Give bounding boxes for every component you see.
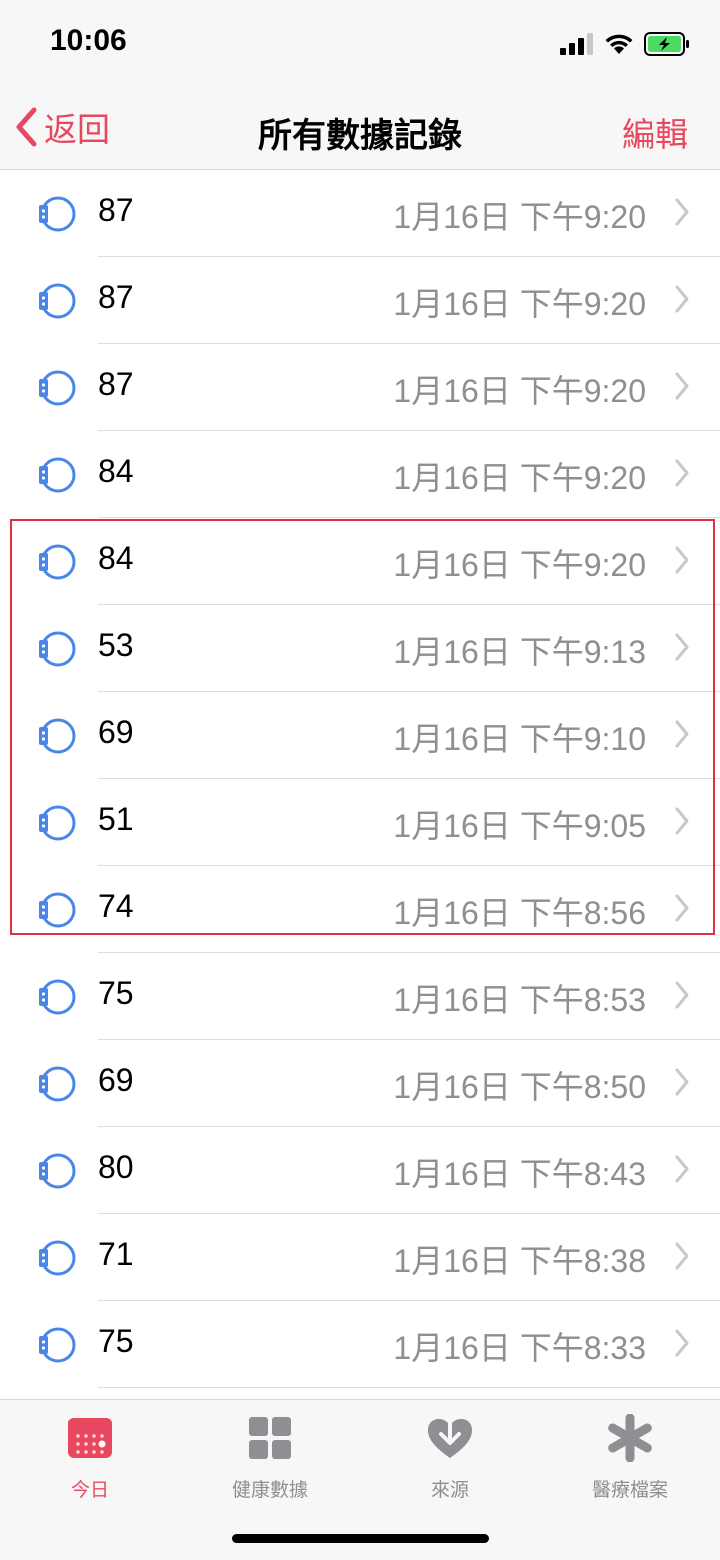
home-indicator xyxy=(232,1534,489,1543)
back-label: 返回 xyxy=(44,111,110,148)
record-row[interactable]: 69 1月16日 下午9:10 xyxy=(39,692,720,779)
record-value: 80 xyxy=(98,1149,134,1185)
status-icons xyxy=(560,30,690,58)
record-timestamp: 1月16日 下午8:53 xyxy=(393,982,646,1018)
apple-watch-icon xyxy=(39,283,76,319)
record-row[interactable]: 69 1月16日 下午8:50 xyxy=(39,1040,720,1127)
chevron-right-icon xyxy=(675,633,689,661)
chevron-right-icon xyxy=(675,807,689,835)
asterisk-icon xyxy=(608,1413,652,1463)
tab-label: 來源 xyxy=(430,1480,469,1501)
apple-watch-icon xyxy=(39,457,76,493)
records-list: 87 1月16日 下午9:20 87 1月16日 下午9:20 87 1月16日 下午9:… xyxy=(0,170,720,1398)
record-row[interactable]: 87 1月16日 下午9:20 xyxy=(39,170,720,257)
tab-medical-id[interactable]: 醫療檔案 xyxy=(540,1413,720,1502)
record-value: 75 xyxy=(98,1323,134,1359)
chevron-right-icon xyxy=(675,372,689,400)
apple-watch-icon xyxy=(39,631,76,667)
chevron-right-icon xyxy=(675,1329,689,1357)
chevron-right-icon xyxy=(675,546,689,574)
apple-watch-icon xyxy=(39,544,76,580)
chevron-right-icon xyxy=(675,1068,689,1096)
record-value: 74 xyxy=(98,888,134,924)
chevron-right-icon xyxy=(675,981,689,1009)
record-value: 53 xyxy=(98,627,134,663)
record-timestamp: 1月16日 下午8:38 xyxy=(393,1243,646,1279)
record-row[interactable]: 74 1月16日 下午8:56 xyxy=(39,866,720,953)
back-button[interactable]: 返回 xyxy=(14,104,110,150)
record-row[interactable]: 84 1月16日 下午9:20 xyxy=(39,518,720,605)
record-value: 75 xyxy=(98,975,134,1011)
apple-watch-icon xyxy=(39,1240,76,1276)
record-timestamp: 1月16日 下午8:56 xyxy=(393,895,646,931)
tab-label: 醫療檔案 xyxy=(591,1480,668,1501)
battery-charging-icon xyxy=(644,32,689,56)
record-timestamp: 1月16日 下午8:43 xyxy=(393,1156,646,1192)
record-timestamp: 1月16日 下午9:20 xyxy=(393,547,646,583)
record-timestamp: 1月16日 下午8:50 xyxy=(393,1069,646,1105)
record-row[interactable]: 51 1月16日 下午9:05 xyxy=(39,779,720,866)
navigation-bar: 返回 所有數據記錄 編輯 xyxy=(0,88,720,170)
tab-sources[interactable]: 來源 xyxy=(360,1412,540,1502)
status-bar: 10:06 xyxy=(0,0,720,88)
apple-watch-icon xyxy=(39,370,76,406)
cellular-signal-icon xyxy=(560,33,593,55)
apple-watch-icon xyxy=(39,196,76,232)
record-value: 71 xyxy=(98,1236,134,1272)
record-timestamp: 1月16日 下午8:33 xyxy=(393,1330,646,1366)
record-timestamp: 1月16日 下午9:20 xyxy=(393,199,646,235)
record-row[interactable]: 71 1月16日 下午8:38 xyxy=(39,1214,720,1301)
tab-label: 健康數據 xyxy=(231,1480,308,1501)
record-timestamp: 1月16日 下午9:20 xyxy=(393,460,646,496)
chevron-right-icon xyxy=(675,1242,689,1270)
record-row[interactable]: 53 1月16日 下午9:13 xyxy=(39,605,720,692)
record-value: 87 xyxy=(98,279,134,315)
chevron-right-icon xyxy=(675,720,689,748)
tab-label: 今日 xyxy=(70,1480,109,1501)
record-row[interactable]: 75 1月16日 下午8:53 xyxy=(39,953,720,1040)
apple-watch-icon xyxy=(39,1153,76,1189)
apple-watch-icon xyxy=(39,805,76,841)
record-timestamp: 1月16日 下午9:20 xyxy=(393,373,646,409)
record-row[interactable]: 87 1月16日 下午9:20 xyxy=(39,344,720,431)
chevron-right-icon xyxy=(675,1155,689,1183)
record-value: 69 xyxy=(98,714,134,750)
record-value: 51 xyxy=(98,801,134,837)
record-row[interactable]: 87 1月16日 下午9:20 xyxy=(39,257,720,344)
record-timestamp: 1月16日 下午9:10 xyxy=(393,721,646,757)
tab-health-data[interactable]: 健康數據 xyxy=(180,1414,360,1502)
chevron-left-icon xyxy=(16,107,37,147)
record-value: 84 xyxy=(98,540,134,576)
chevron-right-icon xyxy=(675,285,689,313)
record-row[interactable] xyxy=(98,1388,720,1398)
wifi-icon xyxy=(605,34,633,54)
chevron-right-icon xyxy=(675,198,689,226)
apple-watch-icon xyxy=(39,892,76,928)
record-value: 87 xyxy=(98,366,134,402)
record-value: 69 xyxy=(98,1062,134,1098)
apple-watch-icon xyxy=(39,1327,76,1363)
apple-watch-icon xyxy=(39,718,76,754)
edit-button[interactable]: 編輯 xyxy=(622,108,688,156)
record-row[interactable]: 75 1月16日 下午8:33 xyxy=(39,1301,720,1388)
record-timestamp: 1月16日 下午9:05 xyxy=(393,808,646,844)
record-value: 87 xyxy=(98,192,134,228)
record-row[interactable]: 80 1月16日 下午8:43 xyxy=(39,1127,720,1214)
record-value: 84 xyxy=(98,453,134,489)
record-timestamp: 1月16日 下午9:13 xyxy=(393,634,646,670)
calendar-icon xyxy=(68,1418,112,1458)
grid-icon xyxy=(249,1417,291,1459)
apple-watch-icon xyxy=(39,979,76,1015)
status-time: 10:06 xyxy=(50,24,127,57)
record-row[interactable]: 84 1月16日 下午9:20 xyxy=(39,431,720,518)
chevron-right-icon xyxy=(675,894,689,922)
chevron-right-icon xyxy=(675,459,689,487)
record-timestamp: 1月16日 下午9:20 xyxy=(393,286,646,322)
apple-watch-icon xyxy=(39,1066,76,1102)
tab-today[interactable]: 今日 xyxy=(0,1414,180,1502)
heart-download-icon xyxy=(428,1412,472,1458)
